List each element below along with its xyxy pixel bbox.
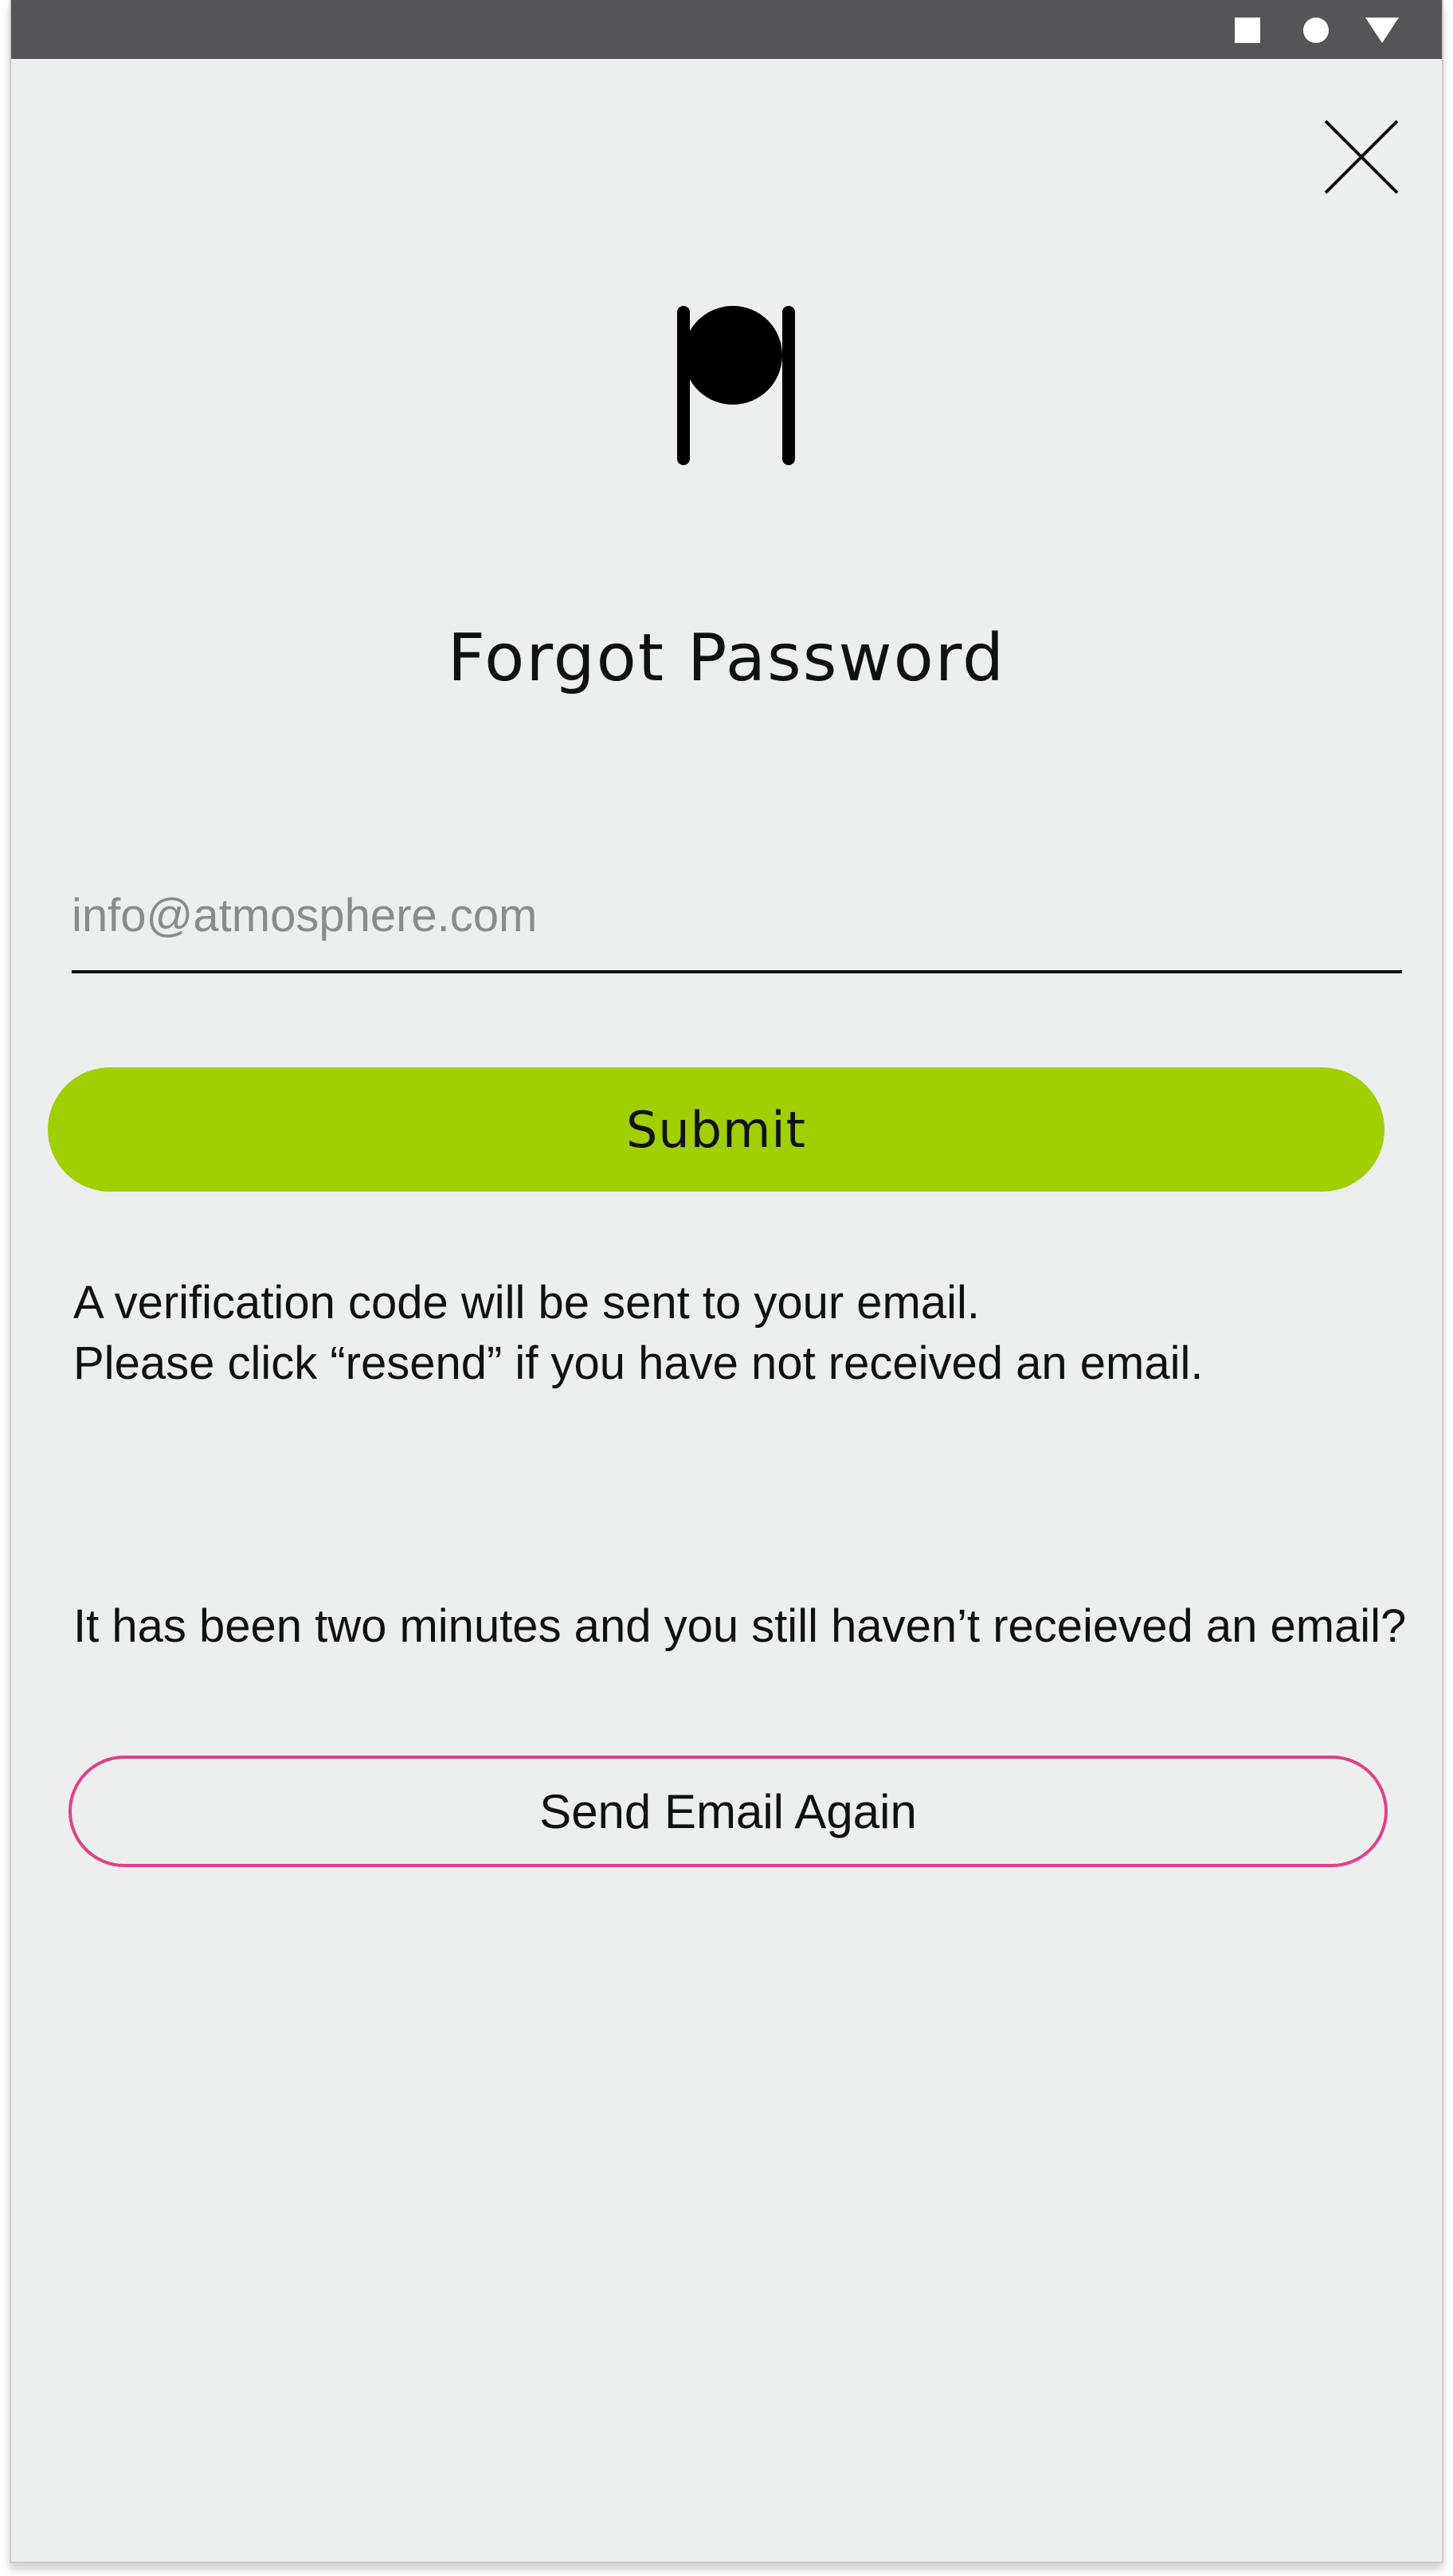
close-button[interactable]	[1318, 113, 1405, 201]
app-screen: Forgot Password Submit A verification co…	[10, 0, 1443, 2563]
info-line-1: A verification code will be sent to your…	[73, 1277, 980, 1329]
status-bar	[11, 0, 1442, 59]
app-logo	[664, 299, 808, 472]
close-icon	[1324, 119, 1399, 194]
resend-prompt-text: It has been two minutes and you still ha…	[73, 1600, 1407, 1652]
email-field[interactable]	[72, 876, 1402, 973]
triangle-icon[interactable]	[1365, 18, 1399, 43]
square-icon[interactable]	[1235, 18, 1260, 43]
send-email-again-button[interactable]: Send Email Again	[69, 1756, 1388, 1867]
submit-button[interactable]: Submit	[48, 1067, 1384, 1192]
page-title: Forgot Password	[447, 620, 1006, 696]
verification-info-text: A verification code will be sent to your…	[73, 1273, 1412, 1394]
plate-cutlery-logo-icon	[677, 306, 795, 465]
info-line-2: Please click “resend” if you have not re…	[73, 1337, 1204, 1389]
circle-icon[interactable]	[1303, 18, 1329, 43]
